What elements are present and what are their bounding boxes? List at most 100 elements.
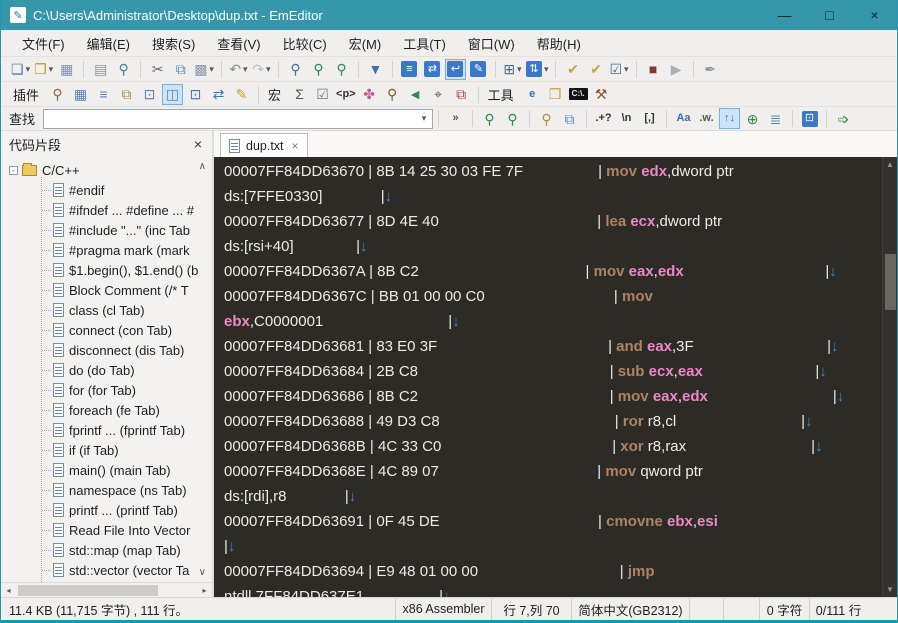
no-wrap[interactable]: ≡ [399, 59, 420, 80]
snippets-hscrollbar[interactable]: ◂ ▸ [1, 582, 212, 597]
menu-item-4[interactable]: 比较(C) [272, 30, 338, 57]
extract-all[interactable]: ⧉ [559, 108, 580, 129]
wrap-by-window[interactable]: ⇄ [422, 59, 443, 80]
encoding[interactable]: 简体中文(GB2312) [571, 598, 689, 620]
snippet-item-1[interactable]: #ifndef ... #define ... # [1, 200, 212, 220]
find-toolbar-overflow[interactable]: » [445, 108, 466, 129]
dropdown-arrow-icon[interactable]: ▾ [517, 64, 522, 75]
cursor-position[interactable]: 行 7,列 70 [491, 598, 571, 620]
menu-item-8[interactable]: 帮助(H) [526, 30, 592, 57]
redo[interactable]: ↷ ▾ [251, 59, 272, 80]
find[interactable]: ⚲ [285, 59, 306, 80]
jump-button[interactable]: ➩ [833, 108, 854, 129]
menu-item-6[interactable]: 工具(T) [392, 30, 457, 57]
menu-item-7[interactable]: 窗口(W) [457, 30, 526, 57]
macro-sum[interactable]: Σ [289, 84, 310, 105]
tab-dup-txt[interactable]: dup.txt × [220, 133, 308, 157]
snippet-item-13[interactable]: if (if Tab) [1, 440, 212, 460]
record-macro[interactable]: ■ [643, 59, 664, 80]
plugin-converter[interactable]: ▦ [70, 84, 91, 105]
macro-select[interactable]: ⌖ [428, 84, 449, 105]
print-preview[interactable]: ⚲ [113, 59, 134, 80]
filter[interactable]: ▼ [365, 59, 386, 80]
display-settings[interactable]: ⊡ [799, 108, 820, 129]
cut[interactable]: ✂ [147, 59, 168, 80]
vscroll-thumb[interactable] [885, 254, 896, 310]
plugin-search-window[interactable]: ⊡ [139, 84, 160, 105]
scroll-down-icon[interactable]: ▼ [883, 582, 897, 597]
find-previous-doc[interactable]: ⚲ [308, 59, 329, 80]
snippet-item-17[interactable]: Read File Into Vector [1, 520, 212, 540]
selection-lines[interactable]: 0/111 行 [809, 598, 867, 620]
dropdown-arrow-icon[interactable]: ▾ [544, 64, 549, 75]
match-case-toggle[interactable]: Aa [673, 108, 694, 129]
dropdown-arrow-icon[interactable]: ▾ [243, 64, 248, 75]
menu-item-0[interactable]: 文件(F) [11, 30, 76, 57]
paste[interactable]: ▩ ▾ [193, 59, 215, 80]
insert-special-char[interactable]: ✔ [562, 59, 583, 80]
outline[interactable]: ⊞ ▾ [502, 59, 523, 80]
print[interactable]: ▤ [90, 59, 111, 80]
dropdown-arrow-icon[interactable]: ▾ [209, 64, 214, 75]
snippet-item-7[interactable]: connect (con Tab) [1, 320, 212, 340]
range-toggle[interactable]: [,] [639, 108, 660, 129]
incremental-toggle[interactable]: ↑↓ [719, 108, 741, 129]
snippet-item-10[interactable]: for (for Tab) [1, 380, 212, 400]
syntax-mode[interactable]: x86 Assembler [395, 598, 491, 620]
plugin-window-transfer[interactable]: ⇄ [208, 84, 229, 105]
snippet-item-5[interactable]: Block Comment (/* T [1, 280, 212, 300]
find-combobox[interactable]: ▾ [43, 108, 434, 129]
plugin-explorer[interactable]: ⊡ [185, 84, 206, 105]
dropdown-arrow-icon[interactable]: ▾ [49, 64, 54, 75]
tree-root-c-cpp[interactable]: - C/C++ [1, 160, 212, 180]
find-next[interactable]: ⚲ [502, 108, 523, 129]
editor-vscrollbar[interactable]: ▲ ▼ [882, 157, 897, 597]
macro-html[interactable]: <p> [335, 84, 357, 105]
status-empty-2[interactable] [723, 598, 759, 620]
snippet-item-4[interactable]: $1.begin(), $1.end() (b [1, 260, 212, 280]
menu-item-3[interactable]: 查看(V) [206, 30, 271, 57]
copy[interactable]: ⧉ [170, 59, 191, 80]
status-empty-1[interactable] [689, 598, 723, 620]
macro-colors[interactable]: ✤ [359, 84, 380, 105]
play-macro[interactable]: ▶ [666, 59, 687, 80]
dropdown-arrow-icon[interactable]: ▾ [26, 64, 31, 75]
snippet-item-11[interactable]: foreach (fe Tab) [1, 400, 212, 420]
new-file[interactable]: ❏ ▾ [10, 59, 31, 80]
resize-grip[interactable] [867, 598, 897, 620]
undo[interactable]: ↶ ▾ [228, 59, 249, 80]
scroll-left-icon[interactable]: ◂ [1, 583, 16, 597]
menu-item-2[interactable]: 搜索(S) [141, 30, 206, 57]
tool-hammer[interactable]: ⚒ [591, 84, 612, 105]
dropdown-arrow-icon[interactable]: ▾ [266, 64, 271, 75]
minimize-button[interactable]: — [762, 0, 807, 30]
plugin-outline-text[interactable]: ≡ [93, 84, 114, 105]
wrap-by-char[interactable]: ↩ [444, 58, 466, 80]
plugin-projects[interactable]: ⧉ [116, 84, 137, 105]
tool-browser[interactable]: e [522, 84, 543, 105]
text-editor[interactable]: 00007FF84DD63670 | 8B 14 25 30 03 FE 7F … [214, 157, 897, 597]
menu-item-1[interactable]: 编辑(E) [76, 30, 141, 57]
menu-item-5[interactable]: 宏(M) [338, 30, 393, 57]
macro-back[interactable]: ◄ [405, 84, 426, 105]
snippet-item-3[interactable]: #pragma mark (mark [1, 240, 212, 260]
tree-collapse-icon[interactable]: - [9, 165, 18, 175]
macro-copy[interactable]: ⧉ [451, 84, 472, 105]
snippet-item-2[interactable]: #include "..." (inc Tab [1, 220, 212, 240]
macro-run[interactable]: ☑ [312, 84, 333, 105]
bookmark-options[interactable]: ☑ ▾ [608, 59, 629, 80]
snippet-item-15[interactable]: namespace (ns Tab) [1, 480, 212, 500]
highlight-all[interactable]: ⚲ [536, 108, 557, 129]
open-file[interactable]: ❒ ▾ [33, 59, 54, 80]
pin[interactable]: ✒ [700, 59, 721, 80]
snippet-item-6[interactable]: class (cl Tab) [1, 300, 212, 320]
tab-close-icon[interactable]: × [292, 139, 299, 153]
regex-toggle[interactable]: .+? [593, 108, 614, 129]
snippet-item-12[interactable]: fprintf ... (fprintf Tab) [1, 420, 212, 440]
find-input[interactable] [44, 110, 417, 127]
find-next-doc[interactable]: ⚲ [331, 59, 352, 80]
snippet-item-9[interactable]: do (do Tab) [1, 360, 212, 380]
width-match-toggle[interactable]: ⊕ [742, 108, 763, 129]
wrap-by-page[interactable]: ✎ [468, 59, 489, 80]
scroll-right-icon[interactable]: ▸ [197, 583, 212, 597]
